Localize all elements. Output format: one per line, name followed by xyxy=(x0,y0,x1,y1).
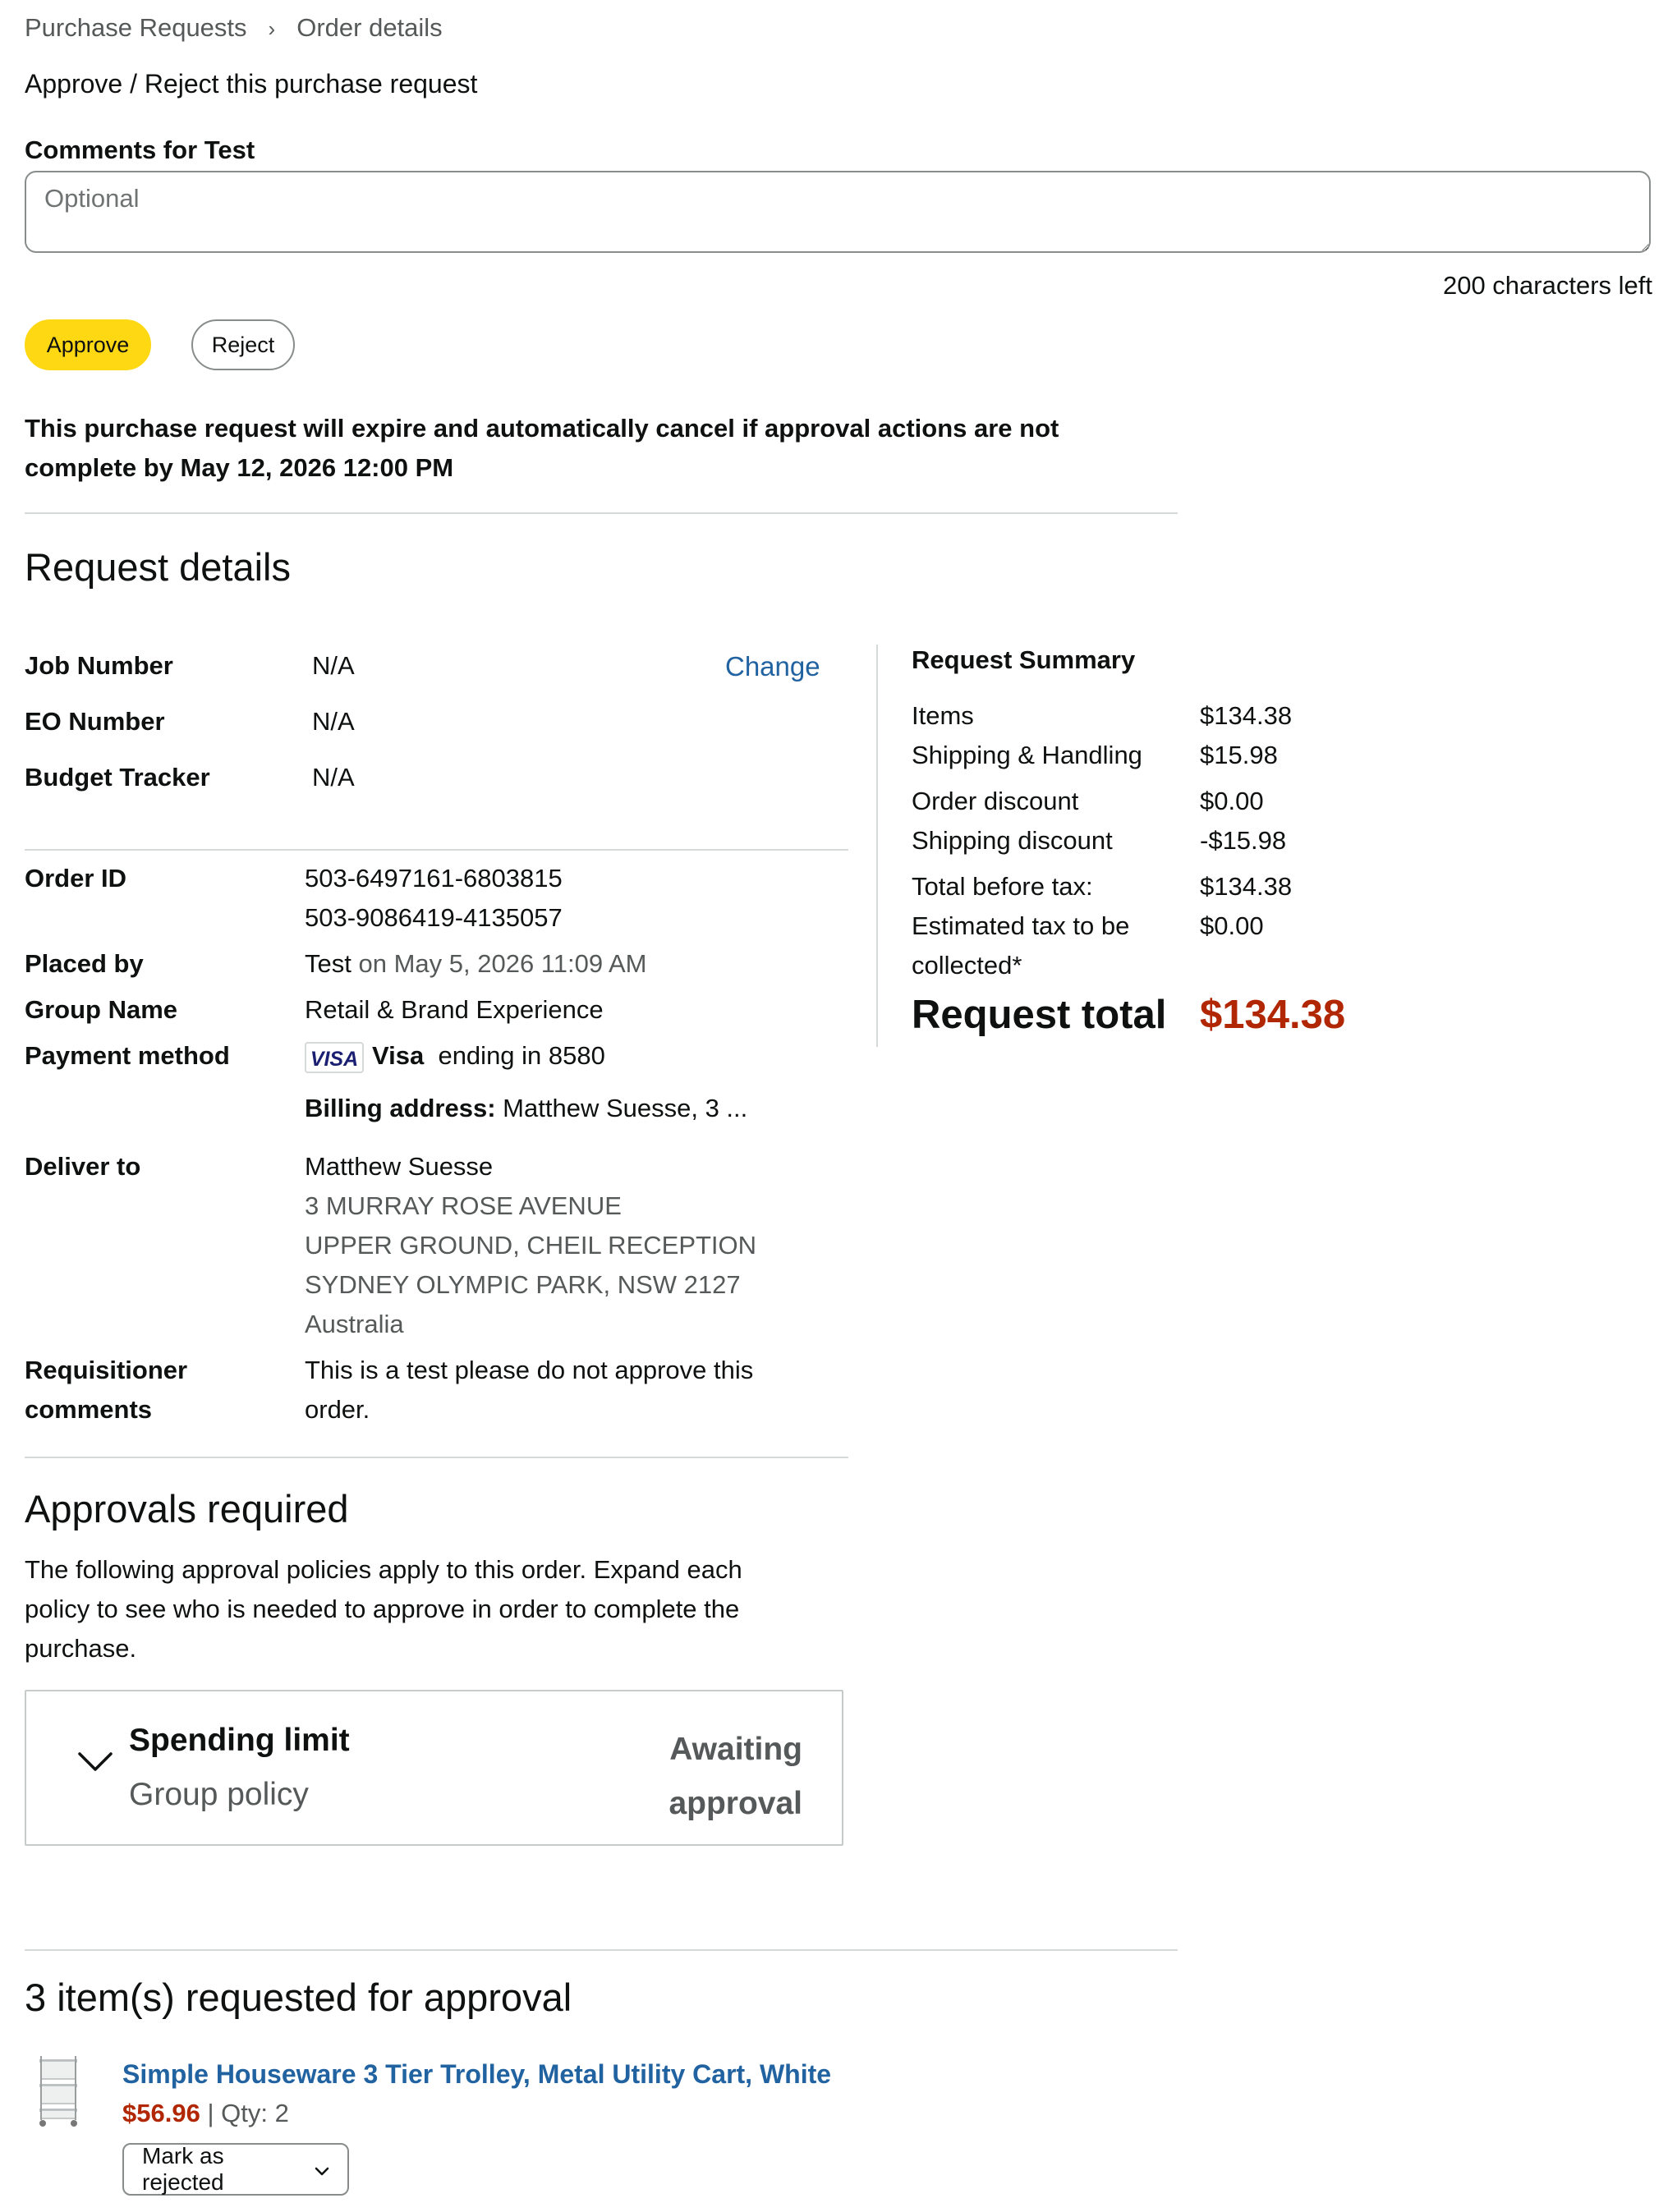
job-number-label: Job Number xyxy=(25,651,173,680)
payment-method-value: VISA Visa ending in 8580 xyxy=(305,1036,605,1076)
group-name-value: Retail & Brand Experience xyxy=(305,995,604,1024)
item-price-qty: $56.96 | Qty: 2 xyxy=(122,2099,289,2128)
approve-button[interactable]: Approve xyxy=(25,319,151,370)
budget-tracker-label: Budget Tracker xyxy=(25,763,210,792)
order-id-label: Order ID xyxy=(25,864,127,893)
change-link[interactable]: Change xyxy=(725,651,820,682)
policy-name: Spending limit xyxy=(129,1723,350,1758)
visa-card-icon: VISA xyxy=(305,1041,364,1073)
approvals-description: The following approval policies apply to… xyxy=(25,1555,742,1663)
placed-by-label: Placed by xyxy=(25,949,144,978)
requisitioner-comments-value: This is a test please do not approve thi… xyxy=(305,1356,754,1424)
order-id-value: 503-9086419-4135057 xyxy=(305,903,563,932)
billing-address-label: Billing address: xyxy=(305,1094,496,1122)
approvals-required-title: Approvals required xyxy=(25,1487,349,1531)
address-line: UPPER GROUND, CHEIL RECEPTION xyxy=(305,1231,757,1260)
breadcrumb-purchase-requests-link[interactable]: Purchase Requests xyxy=(25,13,247,42)
address-line: Australia xyxy=(305,1310,404,1338)
placed-date: on May 5, 2026 11:09 AM xyxy=(358,949,647,978)
request-details-title: Request details xyxy=(25,545,291,589)
dropdown-label: Mark as rejected xyxy=(142,2143,224,2195)
item-title-link[interactable]: Simple Houseware 3 Tier Trolley, Metal U… xyxy=(122,2059,831,2090)
eo-number-label: EO Number xyxy=(25,707,165,736)
item-qty: Qty: 2 xyxy=(221,2099,289,2127)
characters-left-counter: 200 characters left xyxy=(1442,271,1652,300)
summary-estimated-tax-label: Estimated tax to be collected* xyxy=(912,911,1130,980)
group-name-label: Group Name xyxy=(25,995,178,1024)
mark-as-rejected-dropdown[interactable]: Mark as rejected xyxy=(122,2143,349,2196)
payment-method-label: Payment method xyxy=(25,1041,230,1070)
policy-spending-limit[interactable]: Spending limit Group policy Awaiting appr… xyxy=(25,1690,843,1846)
divider xyxy=(25,1949,1178,1951)
summary-shipping-label: Shipping & Handling xyxy=(912,741,1142,769)
placed-by-value: Test on May 5, 2026 11:09 AM xyxy=(305,944,646,984)
summary-shipping-discount-label: Shipping discount xyxy=(912,826,1113,855)
request-total-label: Request total xyxy=(912,993,1167,1037)
breadcrumb-current: Order details xyxy=(296,13,443,42)
card-ending: ending in 8580 xyxy=(438,1041,605,1070)
vertical-divider xyxy=(876,645,878,1047)
product-image[interactable] xyxy=(31,2053,85,2128)
item-price: $56.96 xyxy=(122,2099,200,2127)
reject-button[interactable]: Reject xyxy=(191,319,295,370)
policy-type: Group policy xyxy=(129,1777,309,1812)
placed-by-name: Test xyxy=(305,949,351,978)
chevron-down-icon xyxy=(315,2156,329,2182)
policy-status: Awaiting approval xyxy=(669,1732,802,1821)
budget-tracker-value: N/A xyxy=(312,763,355,792)
summary-items-label: Items xyxy=(912,701,974,730)
comments-input[interactable] xyxy=(25,171,1651,253)
summary-items-value: $134.38 xyxy=(1200,701,1293,730)
summary-estimated-tax-value: $0.00 xyxy=(1200,911,1264,940)
order-id-value: 503-6497161-6803815 xyxy=(305,864,563,893)
request-total-value: $134.38 xyxy=(1200,993,1346,1037)
page-title: Approve / Reject this purchase request xyxy=(25,69,478,99)
breadcrumb: Purchase Requests › Order details xyxy=(25,13,443,43)
divider xyxy=(25,1457,848,1458)
address-line: SYDNEY OLYMPIC PARK, NSW 2127 xyxy=(305,1270,741,1299)
chevron-down-icon[interactable] xyxy=(77,1751,113,1778)
request-summary-title: Request Summary xyxy=(912,645,1136,674)
comments-label: Comments for Test xyxy=(25,135,255,164)
requisitioner-comments-label: Requisitioner comments xyxy=(25,1356,188,1424)
expiration-notice: This purchase request will expire and au… xyxy=(25,414,1059,482)
billing-address-value: Matthew Suesse, 3 ... xyxy=(503,1094,748,1122)
summary-total-before-tax-value: $134.38 xyxy=(1200,872,1293,901)
deliver-to-name: Matthew Suesse xyxy=(305,1152,494,1181)
address-line: 3 MURRAY ROSE AVENUE xyxy=(305,1191,622,1220)
job-number-value: N/A xyxy=(312,651,355,680)
summary-order-discount-label: Order discount xyxy=(912,787,1079,815)
breadcrumb-separator-icon: › xyxy=(268,16,276,41)
deliver-to-label: Deliver to xyxy=(25,1152,141,1181)
summary-shipping-discount-value: -$15.98 xyxy=(1200,826,1287,855)
eo-number-value: N/A xyxy=(312,707,355,736)
summary-order-discount-value: $0.00 xyxy=(1200,787,1264,815)
billing-address: Billing address: Matthew Suesse, 3 ... xyxy=(305,1089,747,1128)
card-brand: Visa xyxy=(372,1041,425,1070)
divider xyxy=(25,512,1178,514)
item-separator: | xyxy=(207,2099,214,2127)
summary-total-before-tax-label: Total before tax: xyxy=(912,872,1093,901)
divider xyxy=(25,849,848,851)
summary-shipping-value: $15.98 xyxy=(1200,741,1278,769)
items-requested-title: 3 item(s) requested for approval xyxy=(25,1976,572,2019)
